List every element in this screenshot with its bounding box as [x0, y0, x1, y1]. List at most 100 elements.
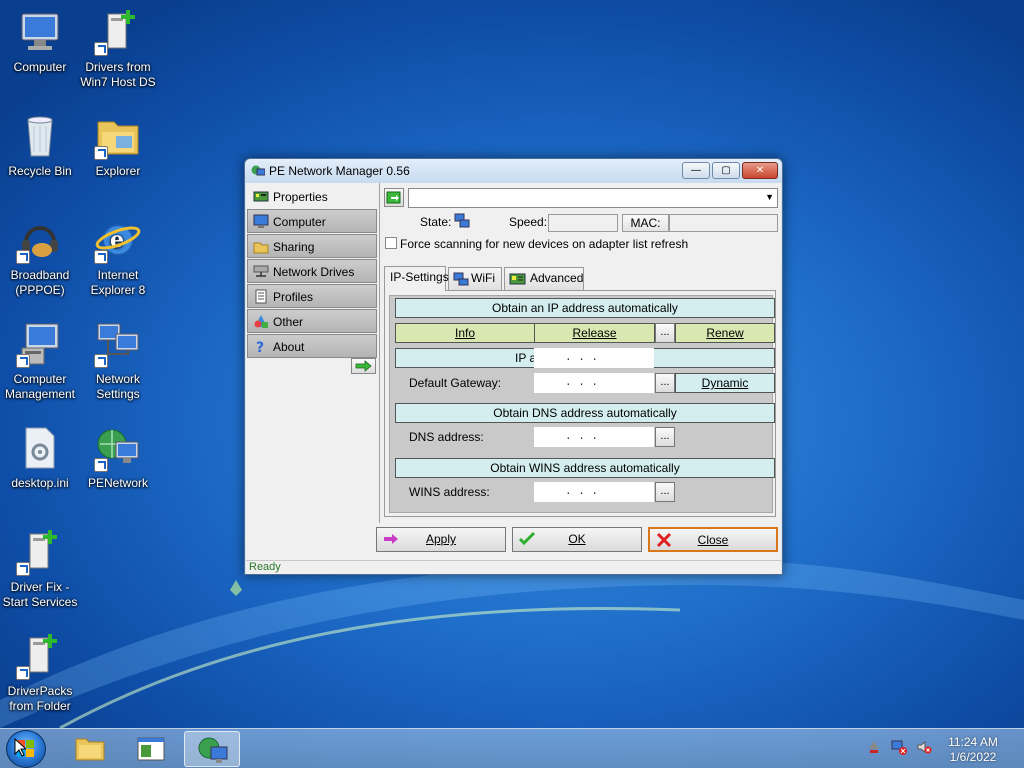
network-disconnected-icon[interactable]	[891, 739, 907, 755]
svg-text:?: ?	[256, 340, 264, 354]
gateway-more-button[interactable]: ...	[655, 373, 675, 393]
more-label: ...	[660, 485, 670, 497]
desktop-icon-label: Drivers from Win7 Host DS	[80, 60, 156, 89]
mac-button[interactable]: MAC:	[622, 214, 669, 232]
safely-remove-icon[interactable]	[866, 739, 882, 755]
desktop-icon-computer[interactable]: Computer	[0, 8, 80, 75]
close-button[interactable]: Close	[648, 527, 778, 552]
info-button[interactable]: Info	[395, 323, 535, 343]
desktop-icon-drivers-from-win7-host[interactable]: Drivers from Win7 Host DS	[78, 8, 158, 90]
server-plus-icon	[16, 528, 64, 576]
menu-item-profiles[interactable]: Profiles	[247, 284, 377, 308]
apply-label: Apply	[425, 532, 457, 546]
menu-item-other[interactable]: Other	[247, 309, 377, 333]
dynamic-label: Dynamic	[701, 376, 749, 390]
taskbar-pe-network-manager[interactable]	[184, 731, 240, 767]
desktop-icon-computer-management[interactable]: Computer Management	[0, 320, 80, 402]
desktop-icon-driverpacks[interactable]: DriverPacks from Folder	[0, 632, 80, 714]
info-label: Info	[454, 326, 475, 340]
shortcut-arrow-icon	[94, 458, 108, 472]
menu-item-computer[interactable]: Computer	[247, 209, 377, 233]
menu-item-sharing[interactable]: Sharing	[247, 234, 377, 258]
taskbar-explorer[interactable]	[62, 731, 118, 767]
tab-advanced[interactable]: Advanced	[504, 267, 584, 290]
desktop-icon-desktop-ini[interactable]: desktop.ini	[0, 424, 80, 491]
menu-item-properties[interactable]: Properties	[247, 184, 377, 208]
wins-value: . . .	[565, 486, 599, 498]
recycle-bin-icon	[16, 112, 64, 160]
obtain-dns-button[interactable]: Obtain DNS address automatically	[395, 403, 775, 423]
network-globe-icon	[198, 737, 228, 763]
window-app-icon	[137, 737, 165, 761]
desktop-icon-label: Recycle Bin	[8, 164, 72, 178]
monitor-icon	[253, 214, 269, 228]
ip-address-label: IP a	[515, 351, 537, 365]
refresh-adapters-button[interactable]	[384, 188, 404, 207]
release-more-button[interactable]: ...	[655, 323, 675, 343]
renew-button[interactable]: Renew	[675, 323, 775, 343]
network-status-icon	[454, 213, 470, 228]
close-window-button[interactable]: ✕	[742, 162, 778, 179]
desktop-icon-driver-fix[interactable]: Driver Fix - Start Services	[0, 528, 80, 610]
taskbar: 11:24 AM 1/6/2022	[0, 728, 1024, 768]
wins-label: WINS address:	[409, 485, 490, 499]
close-icon: ✕	[755, 165, 765, 176]
tab-ip-settings[interactable]: IP-Settings	[384, 266, 449, 291]
shortcut-arrow-icon	[94, 250, 108, 264]
menu-background	[247, 359, 377, 549]
release-label: Release	[572, 326, 617, 340]
desktop-icon-broadband[interactable]: Broadband (PPPOE)	[0, 216, 80, 298]
dns-label: DNS address:	[409, 430, 484, 444]
desktop-icon-label: Computer Management	[4, 372, 76, 401]
shortcut-arrow-icon	[94, 146, 108, 160]
desktop-icon-label: Network Settings	[95, 372, 140, 401]
system-clock[interactable]: 11:24 AM 1/6/2022	[930, 735, 1016, 765]
menu-item-label: Network Drives	[273, 265, 355, 279]
menu-item-about[interactable]: ? About	[247, 334, 377, 358]
desktop-icon-explorer[interactable]: Explorer	[78, 112, 158, 179]
start-button[interactable]	[6, 730, 46, 768]
maximize-button[interactable]: ▢	[712, 162, 740, 179]
status-text: Ready	[249, 561, 281, 573]
minimize-button[interactable]: —	[682, 162, 710, 179]
wins-more-button[interactable]: ...	[655, 482, 675, 502]
arrow-right-icon	[355, 360, 372, 372]
desktop-icon-label: desktop.ini	[11, 476, 69, 490]
speed-label: Speed:	[509, 215, 548, 229]
desktop-icon-recycle-bin[interactable]: Recycle Bin	[0, 112, 80, 179]
dns-field[interactable]: . . .	[534, 427, 654, 447]
ok-button[interactable]: OK	[512, 527, 642, 552]
tab-label: WiFi	[471, 271, 495, 285]
force-scan-checkbox[interactable]	[385, 237, 397, 249]
apply-button[interactable]: Apply	[376, 527, 506, 552]
gateway-field[interactable]: . . .	[534, 373, 654, 393]
desktop-icon-network-settings[interactable]: Network Settings	[78, 320, 158, 402]
menu-item-network-drives[interactable]: Network Drives	[247, 259, 377, 283]
desktop-icon-penetwork[interactable]: PENetwork	[78, 424, 158, 491]
release-button[interactable]: Release	[534, 323, 655, 343]
adapter-select[interactable]: ▼	[408, 188, 778, 208]
dns-more-button[interactable]: ...	[655, 427, 675, 447]
shortcut-arrow-icon	[16, 250, 30, 264]
desktop-icon-label: Explorer	[95, 164, 141, 178]
folder-icon	[75, 738, 105, 761]
collapse-menu-button[interactable]	[351, 358, 376, 374]
renew-label: Renew	[706, 326, 744, 340]
help-icon: ?	[256, 340, 264, 354]
dynamic-button[interactable]: Dynamic	[675, 373, 775, 393]
desktop-icon-label: PENetwork	[87, 476, 149, 490]
tab-wifi[interactable]: WiFi	[448, 267, 502, 290]
wifi-adapter-icon	[453, 272, 469, 286]
menu-item-label: Sharing	[273, 240, 315, 254]
desktop-icon-internet-explorer[interactable]: e Internet Explorer 8	[78, 216, 158, 298]
obtain-wins-button[interactable]: Obtain WINS address automatically	[395, 458, 775, 478]
ip-address-field[interactable]: . . .	[534, 348, 654, 368]
title-bar[interactable]: PE Network Manager 0.56 — ▢ ✕	[245, 159, 782, 183]
taskbar-notepad[interactable]	[123, 731, 179, 767]
dns-value: . . .	[565, 431, 599, 443]
network-globe-icon	[94, 424, 142, 472]
server-plus-icon	[94, 8, 142, 56]
obtain-ip-button[interactable]: Obtain an IP address automatically	[395, 298, 775, 318]
wins-field[interactable]: . . .	[534, 482, 654, 502]
gateway-value: . . .	[565, 377, 599, 389]
